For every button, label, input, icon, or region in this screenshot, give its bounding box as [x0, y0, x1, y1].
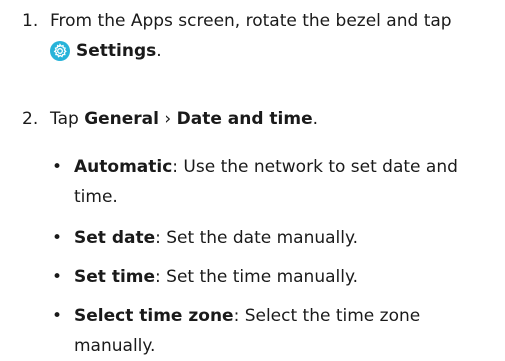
step-1-period: .	[156, 41, 162, 61]
bullet-term: Set date	[74, 228, 156, 248]
bullet-marker: •	[52, 228, 63, 248]
bullet-marker: •	[52, 306, 63, 326]
bullet-term: Automatic	[74, 157, 173, 177]
step-text: From the Apps screen, rotate the bezel a…	[50, 11, 452, 31]
instruction-document: 1. From the Apps screen, rotate the beze…	[0, 0, 505, 356]
step-2-period: .	[312, 109, 319, 129]
bullet-term: Set time	[74, 267, 156, 287]
step-text: Tap General › Date and time.	[50, 106, 497, 132]
step-number: 2.	[22, 109, 39, 129]
bullet-term: Select time zone	[74, 306, 234, 326]
bullet-text: Set time: Set the time manually.	[74, 264, 495, 290]
settings-label: Settings	[76, 41, 157, 61]
general-label: General	[84, 109, 159, 129]
settings-gear-icon	[50, 41, 70, 61]
bullet-text: Select time zone: Select the time zone m…	[74, 301, 495, 361]
bullet-marker: •	[52, 267, 63, 287]
date-and-time-label: Date and time	[176, 109, 313, 129]
bullet-description: : Set the time manually.	[155, 267, 359, 287]
step-1-continuation: Settings.	[50, 38, 162, 64]
step-2-prefix: Tap	[50, 109, 85, 129]
bullet-description: : Set the date manually.	[155, 228, 359, 248]
step-number: 1.	[22, 11, 39, 31]
bullet-marker: •	[52, 157, 63, 177]
bullet-text: Set date: Set the date manually.	[74, 225, 495, 251]
bullet-text: Automatic: Use the network to set date a…	[74, 152, 495, 212]
breadcrumb-separator: ›	[159, 109, 177, 129]
